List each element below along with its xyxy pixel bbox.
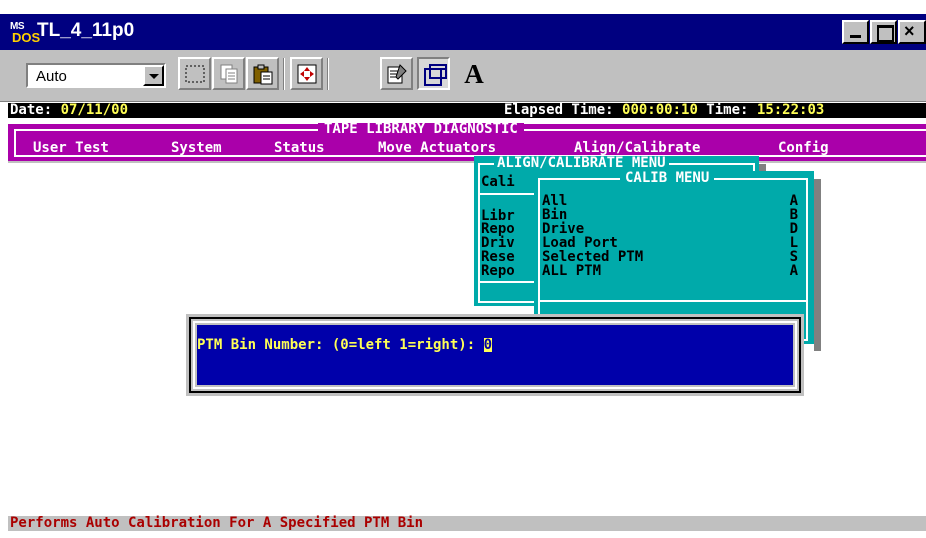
- align-menu-item[interactable]: Cali: [481, 175, 515, 189]
- title-bar: MS DOS TL_4_11p0 ×: [0, 14, 926, 50]
- align-menu-item[interactable]: Rese: [481, 250, 515, 264]
- minimize-button[interactable]: [842, 20, 869, 44]
- menu-item-move-actuators[interactable]: Move Actuators: [378, 141, 496, 155]
- full-screen-icon: [297, 64, 317, 84]
- window-title: TL_4_11p0: [37, 20, 135, 41]
- calib-menu-item-load-port[interactable]: Load Port L: [542, 236, 798, 250]
- main-menu-bar: TAPE LIBRARY DIAGNOSTIC User Test System…: [8, 122, 926, 161]
- close-icon: ×: [904, 21, 915, 41]
- toolbar-separator: [283, 58, 285, 90]
- maximize-button[interactable]: [870, 20, 897, 44]
- time-display: Elapsed Time: 000:00:10 Time: 15:22:03: [504, 103, 825, 118]
- align-menu-item[interactable]: Repo: [481, 222, 515, 236]
- copy-button[interactable]: [212, 57, 245, 90]
- menu-separator: [538, 300, 808, 302]
- date-display: Date: 07/11/00: [10, 103, 129, 118]
- font-size-select[interactable]: Auto: [26, 63, 166, 88]
- help-text: Performs Auto Calibration For A Specifie…: [10, 515, 424, 531]
- menu-item-config[interactable]: Config: [778, 141, 829, 155]
- align-menu-item[interactable]: Driv: [481, 236, 515, 250]
- paste-icon: [253, 64, 273, 85]
- menu-shadow: [814, 179, 821, 351]
- font-button[interactable]: A: [456, 57, 492, 91]
- calib-menu-item-all[interactable]: All A: [542, 194, 798, 208]
- full-screen-button[interactable]: [290, 57, 323, 90]
- align-calibrate-menu-title: ALIGN/CALIBRATE MENU: [494, 156, 669, 170]
- menu-item-status[interactable]: Status: [274, 141, 325, 155]
- calib-menu-item-bin[interactable]: Bin B: [542, 208, 798, 222]
- menu-item-align-calibrate[interactable]: Align/Calibrate: [574, 141, 700, 155]
- ptm-bin-input[interactable]: 0: [483, 338, 493, 352]
- menu-item-system[interactable]: System: [171, 141, 222, 155]
- console-area[interactable]: Date: 07/11/00 Elapsed Time: 000:00:10 T…: [8, 103, 926, 538]
- properties-icon: [387, 64, 407, 84]
- close-button[interactable]: ×: [898, 20, 926, 44]
- align-menu-item[interactable]: Repo: [481, 264, 515, 278]
- calib-menu-item-selected-ptm[interactable]: Selected PTM S: [542, 250, 798, 264]
- calib-menu-item-all-ptm[interactable]: ALL PTM A: [542, 264, 798, 278]
- help-line: Performs Auto Calibration For A Specifie…: [8, 516, 926, 531]
- menu-title: TAPE LIBRARY DIAGNOSTIC: [318, 122, 524, 136]
- ptm-bin-prompt-dialog: PTM Bin Number: (0=left 1=right): 0: [186, 314, 804, 396]
- status-bar: Date: 07/11/00 Elapsed Time: 000:00:10 T…: [8, 103, 926, 118]
- dialog-body: [197, 325, 793, 385]
- menu-item-user-test[interactable]: User Test: [33, 141, 109, 155]
- calib-menu-title: CALIB MENU: [620, 171, 715, 185]
- ms-dos-icon[interactable]: MS DOS: [10, 21, 40, 45]
- background-icon: [424, 64, 447, 86]
- copy-icon: [220, 64, 238, 84]
- divider: [8, 161, 926, 163]
- ptm-bin-prompt: PTM Bin Number: (0=left 1=right): 0: [197, 337, 493, 353]
- mark-icon: [185, 65, 205, 83]
- properties-button[interactable]: [380, 57, 413, 90]
- paste-button[interactable]: [246, 57, 279, 90]
- chevron-down-icon[interactable]: [143, 65, 164, 86]
- toolbar: Auto A: [0, 50, 926, 102]
- mark-button[interactable]: [178, 57, 211, 90]
- font-size-value: Auto: [36, 68, 67, 85]
- calib-menu-item-drive[interactable]: Drive D: [542, 222, 798, 236]
- background-button[interactable]: [417, 57, 450, 90]
- toolbar-separator: [327, 58, 329, 90]
